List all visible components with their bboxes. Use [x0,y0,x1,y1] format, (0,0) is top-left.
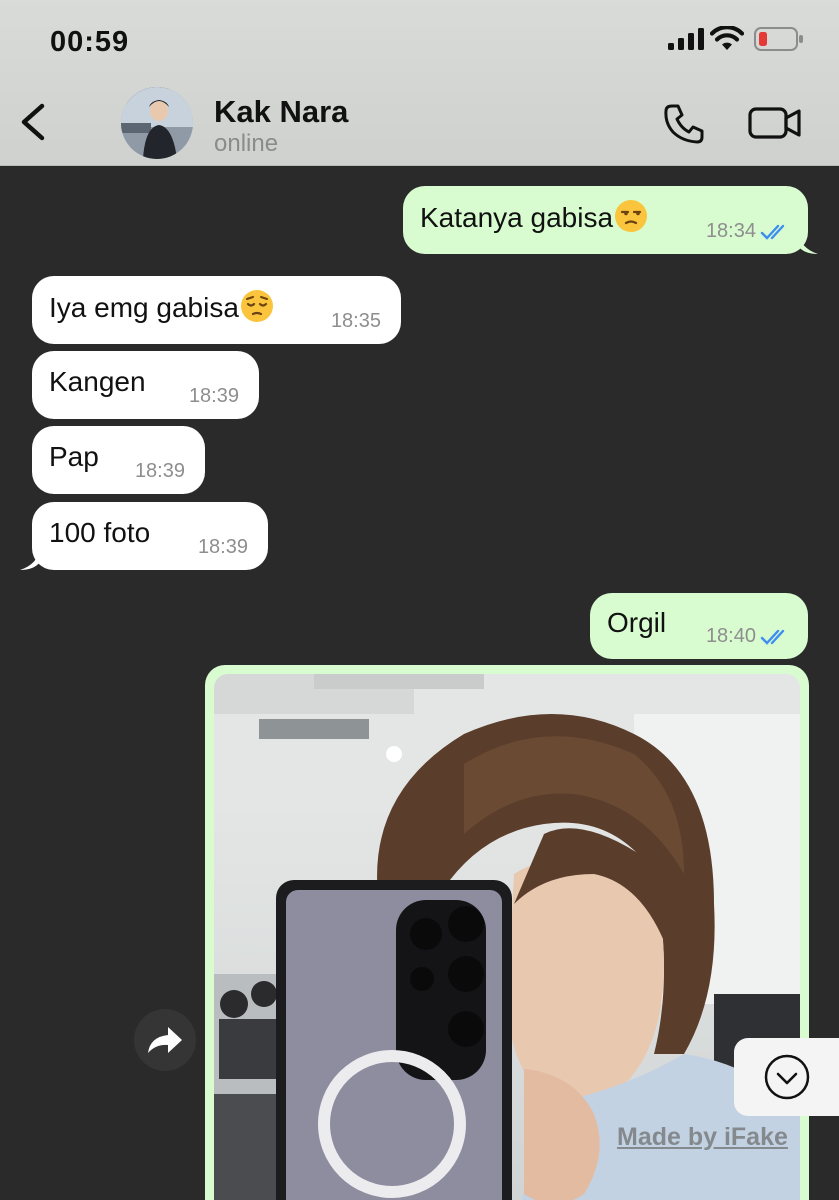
battery-low-icon [754,27,803,51]
watermark: Made by iFake [617,1123,788,1151]
message-bubble-incoming[interactable]: Pap 18:39 [32,426,205,494]
avatar-portrait-icon [121,87,193,159]
phone-icon[interactable] [662,102,706,146]
image-message-bubble[interactable] [205,665,809,1200]
pensive-face-icon [240,290,273,322]
forward-arrow-icon [148,1027,182,1053]
mirror-selfie-photo [214,674,800,1200]
scroll-down-button[interactable] [734,1038,839,1116]
bubble-tail [20,548,40,570]
unamused-face-icon [615,200,648,232]
avatar[interactable] [121,87,193,159]
wifi-icon [710,26,744,50]
message-text: Orgil [607,606,667,638]
contact-status: online [214,130,279,157]
message-time: 18:35 [330,310,381,332]
chevron-down-circle-icon [764,1054,810,1100]
message-text: Kangen [49,365,146,397]
video-camera-icon[interactable] [748,104,802,142]
contact-name[interactable]: Kak Nara [214,94,348,130]
message-text: Pap [49,440,99,472]
cellular-signal-icon [668,28,704,50]
read-receipt-icon [760,224,785,240]
message-text: Iya emg gabisa [49,289,274,324]
photo-image[interactable] [214,674,800,1200]
back-chevron-icon[interactable] [14,100,54,144]
message-time: 18:39 [188,385,239,407]
message-text: Katanya gabisa [420,199,648,234]
message-time: 18:39 [197,536,248,558]
message-text: 100 foto [49,516,151,548]
read-receipt-icon [760,629,785,645]
message-bubble-incoming[interactable]: Iya emg gabisa 18:35 [32,276,401,344]
forward-button[interactable] [134,1009,196,1071]
message-time: 18:40 [705,625,756,647]
message-bubble-outgoing[interactable]: Katanya gabisa 18:34 [403,186,808,254]
chat-header: 00:59 Kak Nara online [0,0,839,166]
status-time: 00:59 [50,26,130,58]
message-time: 18:39 [134,460,185,482]
message-bubble-incoming[interactable]: 100 foto 18:39 [32,502,268,570]
message-bubble-incoming[interactable]: Kangen 18:39 [32,351,259,419]
message-bubble-outgoing[interactable]: Orgil 18:40 [590,593,808,659]
bubble-tail [798,232,818,254]
message-time: 18:34 [705,220,756,242]
